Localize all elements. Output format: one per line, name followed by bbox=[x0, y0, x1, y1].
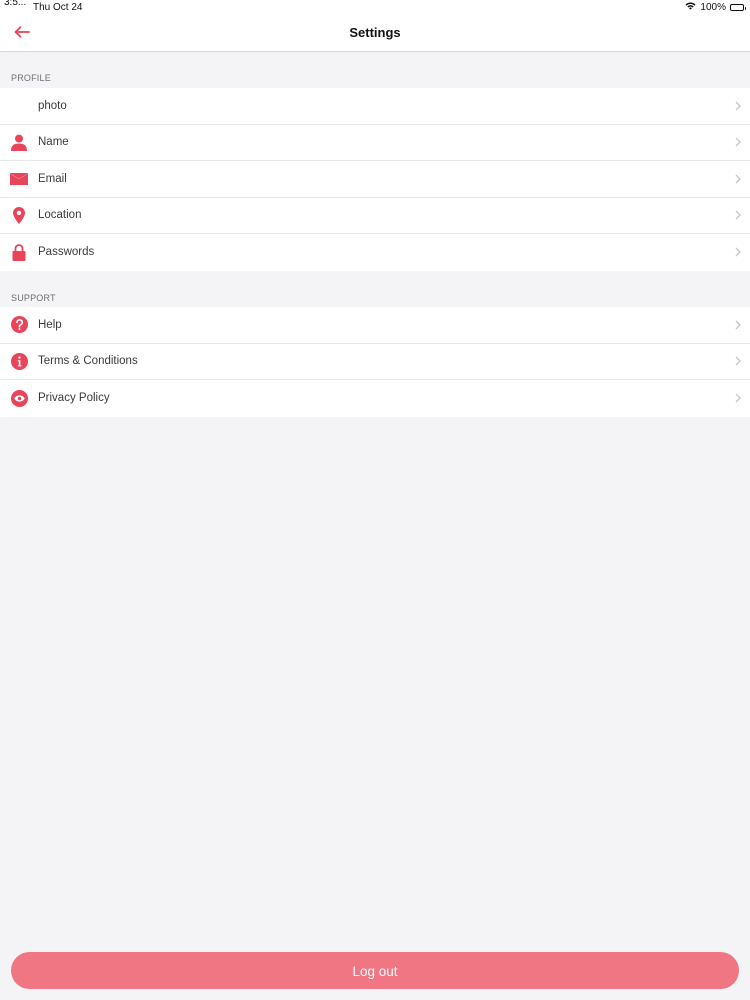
status-indicators: 100% bbox=[685, 2, 746, 13]
settings-row-location[interactable]: Location bbox=[0, 198, 750, 234]
row-label-name: Name bbox=[38, 136, 69, 149]
chevron-right-icon bbox=[734, 100, 742, 112]
chevron-right-icon bbox=[734, 355, 742, 367]
chevron-right-icon bbox=[734, 246, 742, 258]
row-label-email: Email bbox=[38, 172, 67, 185]
info-icon bbox=[10, 352, 28, 370]
person-icon bbox=[10, 133, 28, 151]
status-bar: 3:5... Thu Oct 24 100% bbox=[0, 0, 750, 14]
profile-group: photo Name Email Location Passwords bbox=[0, 88, 750, 271]
page-title: Settings bbox=[349, 25, 401, 40]
settings-row-name[interactable]: Name bbox=[0, 125, 750, 161]
status-time: 3:5... bbox=[4, 0, 27, 8]
row-label-help: Help bbox=[38, 318, 62, 331]
settings-row-terms[interactable]: Terms & Conditions bbox=[0, 344, 750, 380]
profile-section-header: PROFILE bbox=[11, 73, 51, 83]
question-icon bbox=[10, 316, 28, 334]
logout-button[interactable]: Log out bbox=[11, 952, 739, 989]
row-label-terms: Terms & Conditions bbox=[38, 355, 138, 368]
eye-icon bbox=[10, 389, 28, 407]
support-group: Help Terms & Conditions Privacy Policy bbox=[0, 307, 750, 417]
settings-row-passwords[interactable]: Passwords bbox=[0, 234, 750, 271]
chevron-right-icon bbox=[734, 319, 742, 331]
row-label-photo: photo bbox=[38, 99, 67, 112]
settings-row-photo[interactable]: photo bbox=[0, 88, 750, 125]
settings-row-email[interactable]: Email bbox=[0, 161, 750, 198]
status-date: Thu Oct 24 bbox=[33, 2, 83, 13]
chevron-right-icon bbox=[734, 392, 742, 404]
chevron-right-icon bbox=[734, 209, 742, 221]
wifi-icon bbox=[685, 2, 696, 13]
settings-row-privacy[interactable]: Privacy Policy bbox=[0, 380, 750, 417]
lock-icon bbox=[10, 243, 28, 261]
battery-percent: 100% bbox=[700, 2, 726, 13]
row-label-location: Location bbox=[38, 209, 82, 222]
chevron-right-icon bbox=[734, 173, 742, 185]
battery-icon bbox=[730, 4, 746, 11]
envelope-icon bbox=[10, 170, 28, 188]
row-label-passwords: Passwords bbox=[38, 246, 95, 259]
location-pin-icon bbox=[10, 206, 28, 224]
navigation-bar: Settings bbox=[0, 14, 750, 52]
support-section-header: SUPPORT bbox=[11, 293, 56, 303]
chevron-right-icon bbox=[734, 136, 742, 148]
row-label-privacy: Privacy Policy bbox=[38, 392, 110, 405]
settings-row-help[interactable]: Help bbox=[0, 307, 750, 344]
